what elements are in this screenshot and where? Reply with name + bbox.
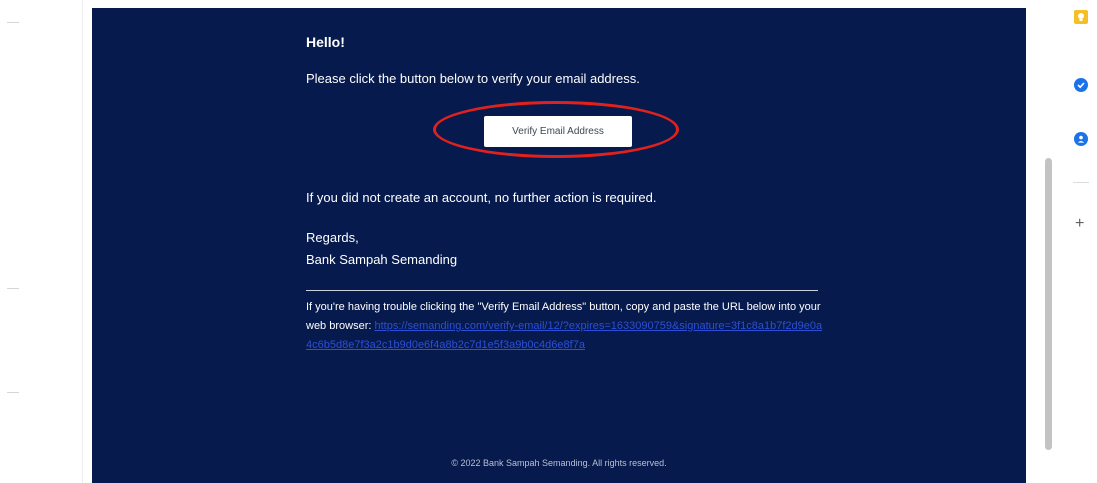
verify-url-link[interactable]: https://semanding.com/verify-email/12/?e… bbox=[306, 320, 822, 351]
left-gutter bbox=[0, 0, 92, 483]
regards-text: Regards, bbox=[306, 230, 359, 245]
email-body: Hello! Please click the button below to … bbox=[92, 8, 1026, 483]
contacts-icon[interactable] bbox=[1074, 132, 1088, 146]
scrollbar-thumb[interactable] bbox=[1045, 158, 1052, 450]
subcopy-paragraph: If you're having trouble clicking the "V… bbox=[306, 298, 826, 355]
sender-name: Bank Sampah Semanding bbox=[306, 252, 458, 267]
gutter-dash bbox=[7, 22, 19, 23]
side-panel-divider bbox=[1073, 182, 1089, 183]
verify-email-button[interactable]: Verify Email Address bbox=[484, 116, 632, 147]
side-panel bbox=[1062, 0, 1097, 483]
plus-icon[interactable]: + bbox=[1075, 216, 1084, 232]
no-action-text: If you did not create an account, no fur… bbox=[306, 190, 657, 205]
intro-text: Please click the button below to verify … bbox=[306, 71, 640, 86]
gutter-dash bbox=[7, 392, 19, 393]
left-divider bbox=[82, 0, 83, 483]
tasks-icon[interactable] bbox=[1074, 78, 1088, 92]
email-footer: © 2022 Bank Sampah Semanding. All rights… bbox=[451, 458, 667, 468]
greeting-heading: Hello! bbox=[306, 34, 345, 50]
keep-icon[interactable] bbox=[1074, 10, 1088, 24]
gutter-dash bbox=[7, 288, 19, 289]
subcopy-divider bbox=[306, 290, 818, 291]
